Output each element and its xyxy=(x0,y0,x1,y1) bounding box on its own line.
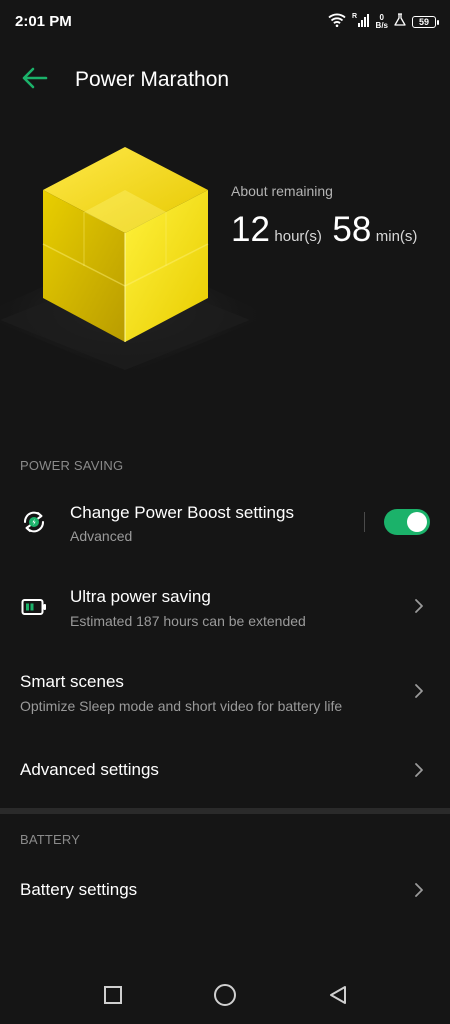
row-title: Advanced settings xyxy=(20,760,159,779)
toggle-knob xyxy=(407,512,427,532)
power-cube-illustration xyxy=(0,120,300,420)
hours-unit: hour(s) xyxy=(274,228,322,245)
row-title: Change Power Boost settings xyxy=(70,503,294,522)
chevron-right-icon xyxy=(412,881,426,899)
section-header-battery: BATTERY xyxy=(20,832,81,847)
power-boost-icon xyxy=(20,508,48,536)
status-time: 2:01 PM xyxy=(15,13,72,30)
row-smart-scenes[interactable]: Smart scenes Optimize Sleep mode and sho… xyxy=(0,660,450,726)
row-subtitle: Estimated 187 hours can be extended xyxy=(70,613,306,629)
remaining-label: About remaining xyxy=(231,183,333,199)
signal-icon: R xyxy=(352,12,370,33)
lab-icon xyxy=(394,12,406,32)
chevron-right-icon xyxy=(412,597,426,615)
chevron-right-icon xyxy=(412,682,426,700)
recents-square-icon xyxy=(102,984,124,1011)
svg-text:R: R xyxy=(352,13,357,20)
power-boost-toggle[interactable] xyxy=(384,509,430,535)
system-nav-bar xyxy=(0,964,450,1024)
minutes-value: 58 xyxy=(332,210,372,249)
arrow-left-icon xyxy=(20,66,48,95)
row-battery-settings[interactable]: Battery settings xyxy=(0,865,450,915)
section-divider xyxy=(0,808,450,814)
net-speed: 0 B/s xyxy=(376,14,388,30)
toggle-divider xyxy=(364,512,365,532)
row-title: Ultra power saving xyxy=(70,587,211,606)
row-title: Smart scenes xyxy=(20,672,124,691)
battery-hero: About remaining 12 hour(s) 58 min(s) xyxy=(0,120,450,420)
battery-low-icon xyxy=(20,593,48,621)
row-power-boost[interactable]: Change Power Boost settings Advanced xyxy=(0,490,450,556)
nav-back-button[interactable] xyxy=(325,984,351,1010)
net-speed-unit: B/s xyxy=(375,21,388,30)
home-circle-icon xyxy=(213,983,237,1012)
wifi-icon xyxy=(327,13,346,32)
battery-icon: 59 xyxy=(412,16,439,28)
minutes-unit: min(s) xyxy=(375,228,418,245)
remaining-time: 12 hour(s) 58 min(s) xyxy=(231,210,423,250)
row-title: Battery settings xyxy=(20,880,138,899)
back-triangle-icon xyxy=(327,984,349,1011)
battery-level: 59 xyxy=(418,17,429,27)
row-ultra-power-saving[interactable]: Ultra power saving Estimated 187 hours c… xyxy=(0,575,450,641)
status-icons: R 0 B/s 59 xyxy=(327,10,439,34)
row-subtitle: Optimize Sleep mode and short video for … xyxy=(20,698,343,714)
page-title: Power Marathon xyxy=(75,68,230,91)
section-header-power-saving: POWER SAVING xyxy=(20,458,124,473)
row-advanced-settings[interactable]: Advanced settings xyxy=(0,745,450,795)
row-subtitle: Advanced xyxy=(70,528,133,544)
home-button[interactable] xyxy=(212,983,238,1012)
recents-button[interactable] xyxy=(100,984,126,1010)
back-button[interactable] xyxy=(14,62,54,98)
chevron-right-icon xyxy=(412,761,426,779)
status-bar: 2:01 PM R 0 B/s 59 xyxy=(0,0,450,44)
hours-value: 12 xyxy=(231,210,270,249)
app-bar: Power Marathon xyxy=(0,52,450,108)
